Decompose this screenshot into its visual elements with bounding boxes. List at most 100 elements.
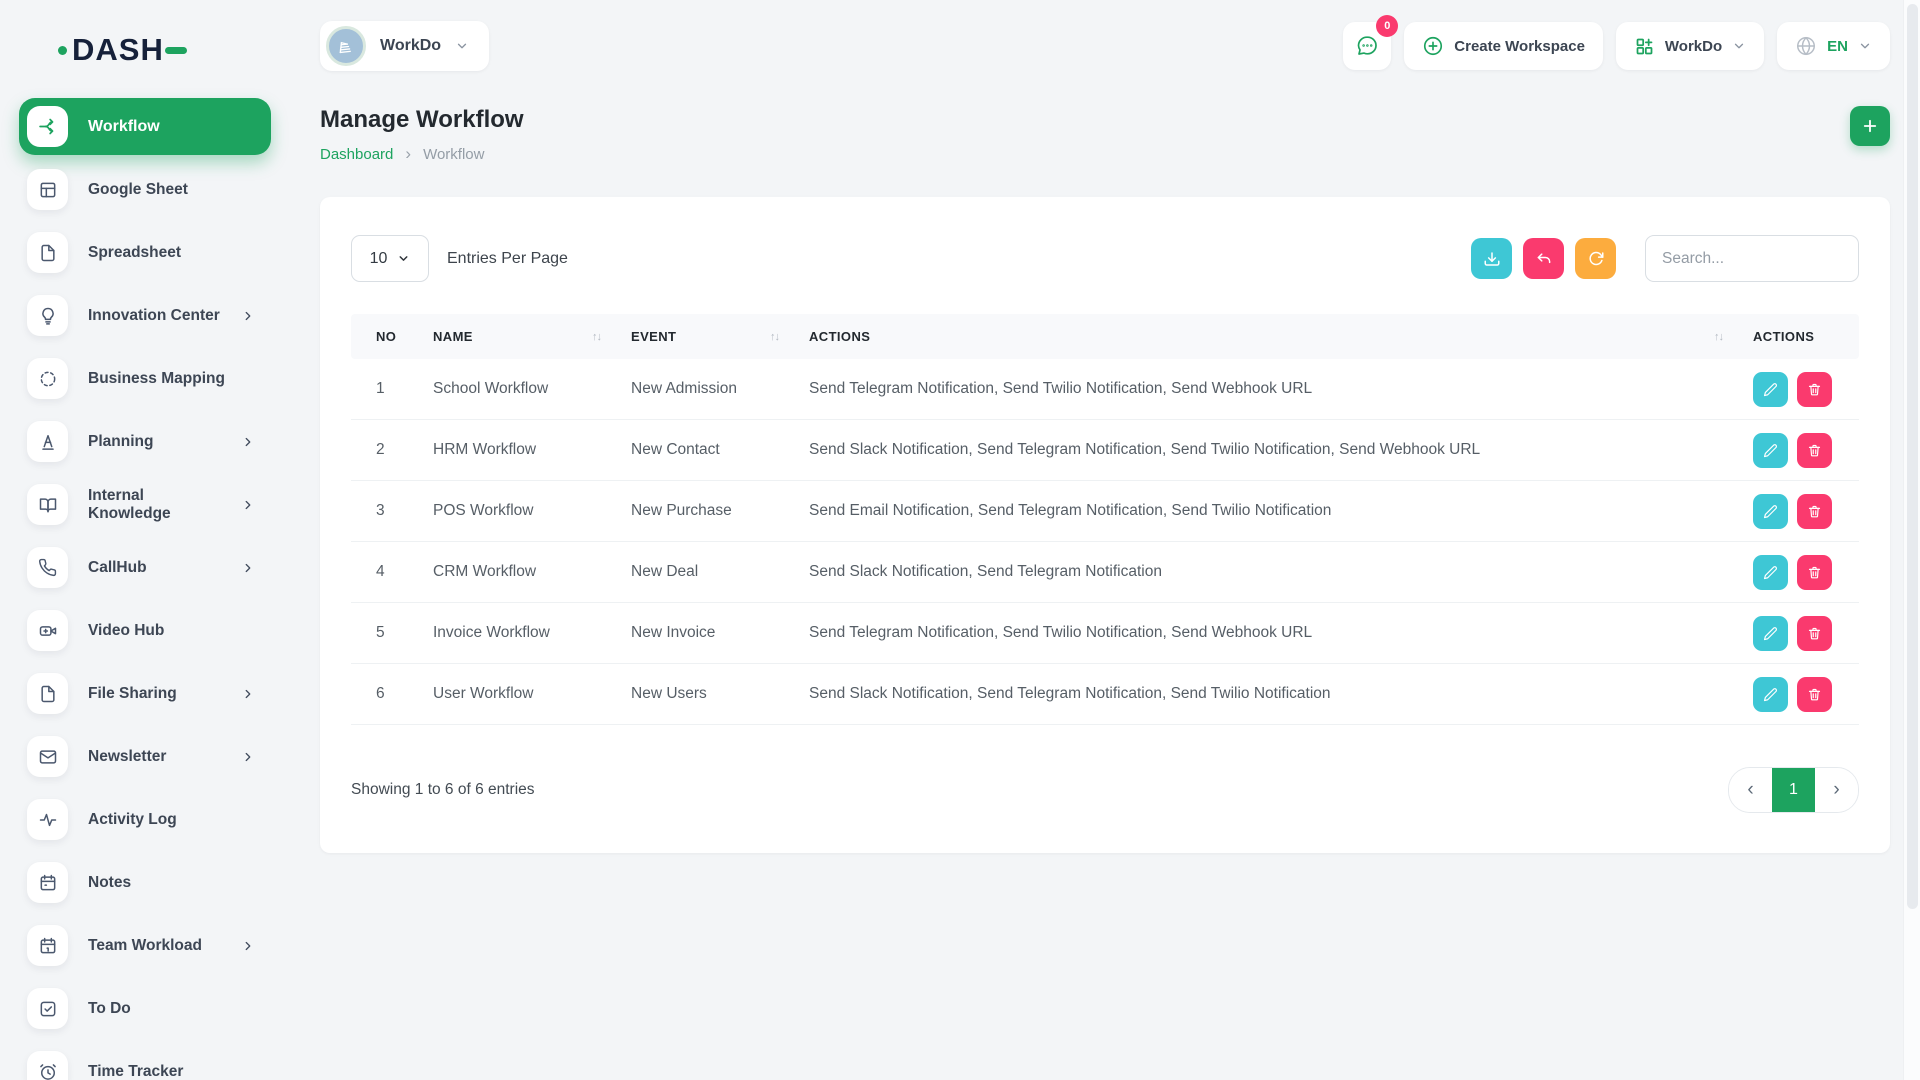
sidebar-item-spreadsheet[interactable]: Spreadsheet xyxy=(19,224,271,281)
delete-button[interactable] xyxy=(1797,372,1832,407)
row-no: 5 xyxy=(351,624,421,642)
sidebar-item-notes[interactable]: Notes xyxy=(19,854,271,911)
sidebar-item-workflow[interactable]: Workflow xyxy=(19,98,271,155)
column-header-actions[interactable]: ACTIONS↑↓ xyxy=(797,329,1741,344)
breadcrumb-current: Workflow xyxy=(423,146,484,163)
row-event: New Invoice xyxy=(619,624,797,642)
language-selector[interactable]: EN xyxy=(1777,22,1890,70)
undo-arrow-icon xyxy=(1535,250,1553,268)
add-workflow-button[interactable] xyxy=(1850,106,1890,146)
pencil-icon xyxy=(1763,443,1778,458)
sidebar-item-label: Business Mapping xyxy=(88,370,255,388)
download-icon xyxy=(1483,250,1501,268)
table-row: 1 School Workflow New Admission Send Tel… xyxy=(351,359,1859,420)
sidebar: DASH Workflow Google Sheet Spreadsheet xyxy=(0,0,290,1080)
row-name: POS Workflow xyxy=(421,502,619,520)
sidebar-item-google-sheet[interactable]: Google Sheet xyxy=(19,161,271,218)
refresh-button[interactable] xyxy=(1575,238,1616,279)
row-name: CRM Workflow xyxy=(421,563,619,581)
sidebar-item-label: Workflow xyxy=(88,118,255,136)
delete-button[interactable] xyxy=(1797,433,1832,468)
sidebar-item-business-mapping[interactable]: Business Mapping xyxy=(19,350,271,407)
logo-dash-icon xyxy=(165,47,187,54)
sidebar-item-time-tracker[interactable]: Time Tracker xyxy=(19,1043,271,1080)
edit-button[interactable] xyxy=(1753,372,1788,407)
workspace-selector[interactable]: WorkDo xyxy=(320,21,489,71)
chevron-right-icon xyxy=(241,750,255,764)
edit-button[interactable] xyxy=(1753,555,1788,590)
breadcrumb-separator-icon: › xyxy=(405,144,411,164)
sidebar-item-internal-knowledge[interactable]: Internal Knowledge xyxy=(19,476,271,533)
sidebar-item-callhub[interactable]: CallHub xyxy=(19,539,271,596)
pagination-next-button[interactable]: › xyxy=(1815,768,1858,812)
grid-plus-icon xyxy=(1634,36,1655,57)
entries-per-page-label: Entries Per Page xyxy=(447,250,568,268)
chevron-right-icon xyxy=(241,498,255,512)
delete-button[interactable] xyxy=(1797,555,1832,590)
column-header-event[interactable]: EVENT↑↓ xyxy=(619,329,797,344)
row-event: New Admission xyxy=(619,380,797,398)
globe-icon xyxy=(1795,35,1817,57)
sort-icon[interactable]: ↑↓ xyxy=(770,331,785,343)
trash-icon xyxy=(1807,504,1822,519)
entries-per-page-value: 10 xyxy=(370,250,388,268)
table-row: 5 Invoice Workflow New Invoice Send Tele… xyxy=(351,603,1859,664)
breadcrumb-dashboard-link[interactable]: Dashboard xyxy=(320,146,393,163)
export-button[interactable] xyxy=(1471,238,1512,279)
delete-button[interactable] xyxy=(1797,494,1832,529)
pencil-icon xyxy=(1763,382,1778,397)
row-event: New Purchase xyxy=(619,502,797,520)
row-actions-text: Send Slack Notification, Send Telegram N… xyxy=(797,441,1741,459)
header-actions: 0 Create Workspace WorkDo EN xyxy=(1343,22,1890,70)
scrollbar[interactable] xyxy=(1903,0,1920,1080)
sidebar-item-newsletter[interactable]: Newsletter xyxy=(19,728,271,785)
column-header-name[interactable]: NAME↑↓ xyxy=(421,329,619,344)
workdo-menu-button[interactable]: WorkDo xyxy=(1616,22,1764,70)
sidebar-item-team-workload[interactable]: Team Workload xyxy=(19,917,271,974)
calendar-icon xyxy=(27,925,68,966)
scrollbar-thumb[interactable] xyxy=(1907,4,1918,909)
delete-button[interactable] xyxy=(1797,616,1832,651)
row-name: HRM Workflow xyxy=(421,441,619,459)
pagination-page-1[interactable]: 1 xyxy=(1772,768,1815,812)
delete-button[interactable] xyxy=(1797,677,1832,712)
reset-button[interactable] xyxy=(1523,238,1564,279)
logo-dot-icon xyxy=(58,46,67,55)
create-workspace-button[interactable]: Create Workspace xyxy=(1404,22,1603,70)
top-header: WorkDo 0 Create Workspace WorkDo EN xyxy=(320,15,1890,77)
table-toolbar: 10 Entries Per Page xyxy=(351,235,1859,282)
messages-button[interactable]: 0 xyxy=(1343,22,1391,70)
search-input[interactable] xyxy=(1645,235,1859,282)
dashed-circle-icon xyxy=(27,358,68,399)
sidebar-item-video-hub[interactable]: Video Hub xyxy=(19,602,271,659)
sidebar-item-file-sharing[interactable]: File Sharing xyxy=(19,665,271,722)
sidebar-item-innovation-center[interactable]: Innovation Center xyxy=(19,287,271,344)
plus-circle-icon xyxy=(1422,35,1444,57)
edit-button[interactable] xyxy=(1753,677,1788,712)
pagination-prev-button[interactable]: ‹ xyxy=(1729,768,1772,812)
column-header-no[interactable]: NO xyxy=(351,329,421,344)
language-code: EN xyxy=(1827,38,1848,55)
activity-pulse-icon xyxy=(27,799,68,840)
sidebar-item-planning[interactable]: Planning xyxy=(19,413,271,470)
trash-icon xyxy=(1807,687,1822,702)
workflow-table-card: 10 Entries Per Page NO NAME↑ xyxy=(320,197,1890,853)
row-name: School Workflow xyxy=(421,380,619,398)
refresh-icon xyxy=(1587,250,1605,268)
edit-button[interactable] xyxy=(1753,616,1788,651)
sidebar-item-label: CallHub xyxy=(88,559,221,577)
sidebar-item-to-do[interactable]: To Do xyxy=(19,980,271,1037)
workspace-avatar xyxy=(326,26,366,66)
table-row: 2 HRM Workflow New Contact Send Slack No… xyxy=(351,420,1859,481)
edit-button[interactable] xyxy=(1753,494,1788,529)
sort-icon[interactable]: ↑↓ xyxy=(592,331,607,343)
sidebar-item-activity-log[interactable]: Activity Log xyxy=(19,791,271,848)
edit-button[interactable] xyxy=(1753,433,1788,468)
workdo-menu-label: WorkDo xyxy=(1665,38,1722,55)
entries-per-page-select[interactable]: 10 xyxy=(351,235,429,282)
sort-icon[interactable]: ↑↓ xyxy=(1714,331,1729,343)
row-actions-text: Send Email Notification, Send Telegram N… xyxy=(797,502,1741,520)
app-logo: DASH xyxy=(58,32,290,68)
chevron-right-icon xyxy=(241,309,255,323)
workflow-table: NO NAME↑↓ EVENT↑↓ ACTIONS↑↓ ACTIONS 1 Sc… xyxy=(351,314,1859,725)
